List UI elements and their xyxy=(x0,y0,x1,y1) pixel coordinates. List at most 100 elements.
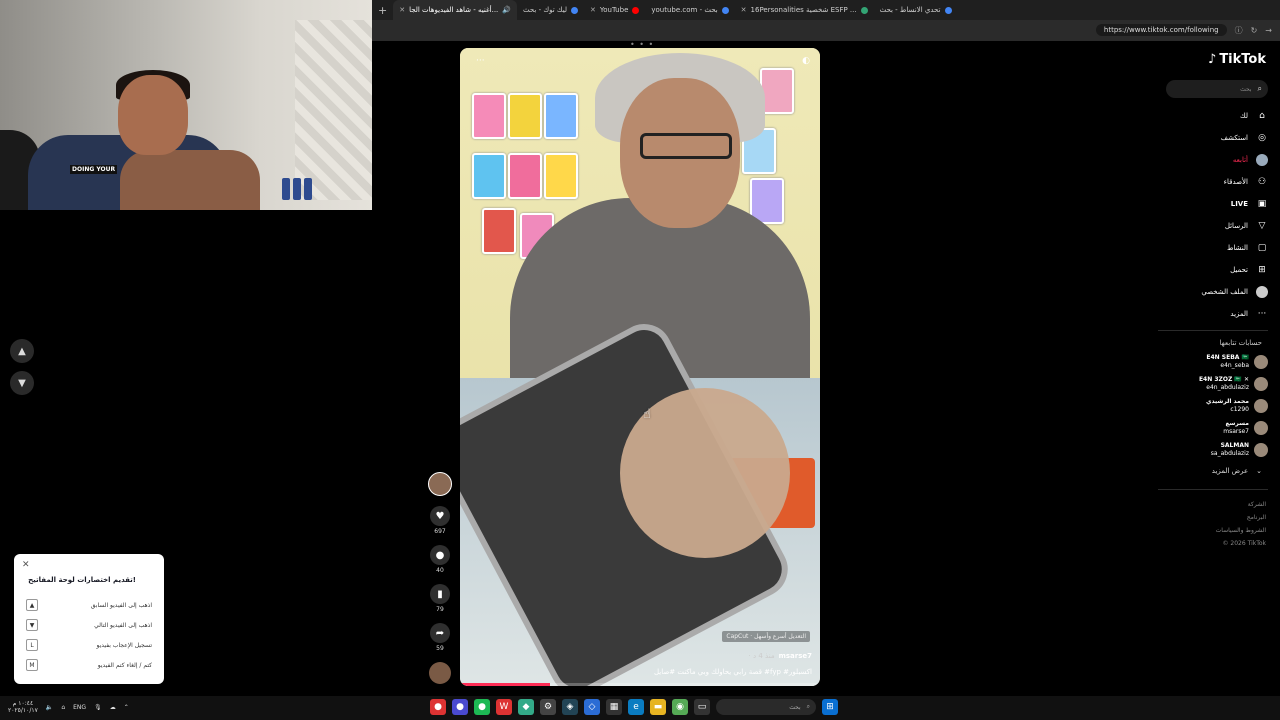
store-icon[interactable]: ▦ xyxy=(606,699,622,715)
chevron-up-icon[interactable]: ⌃ xyxy=(124,704,129,711)
avatar xyxy=(1254,443,1268,457)
close-tab-icon[interactable]: ✕ xyxy=(741,6,747,14)
shortcut-label: كتم / إلغاء كتم الفيديو xyxy=(97,661,152,669)
account-handle: msarse7 xyxy=(1223,428,1249,435)
video-description[interactable]: قصة رابي يحاولك وبي ماكنت #صايل #fyp #اك… xyxy=(654,668,812,676)
language-indicator[interactable]: ENG xyxy=(73,704,86,711)
shortcut-row: M كتم / إلغاء كتم الفيديو xyxy=(26,658,152,672)
sidebar-item-upload[interactable]: تحميل ⊞ xyxy=(1148,259,1268,281)
followed-account[interactable]: E4N SEBA 🇸🇦 e4n_seba xyxy=(1148,351,1268,373)
author-avatar[interactable] xyxy=(428,472,452,496)
app-icon[interactable]: ● xyxy=(430,699,446,715)
clock-date: ٢٠٢٥/١٠/١٧ xyxy=(8,707,38,714)
like-action[interactable]: ♥ 697 xyxy=(428,506,452,535)
followed-account[interactable]: محمد الرشيدي c1290 xyxy=(1148,395,1268,417)
browser-tab[interactable]: youtube.com - بحث xyxy=(645,0,734,20)
taskbar-search[interactable]: بحث ⌕ xyxy=(716,699,816,715)
account-handle: c1290 xyxy=(1230,406,1249,413)
close-icon[interactable]: ✕ xyxy=(22,560,30,570)
search-icon: ⌕ xyxy=(806,703,810,710)
clock[interactable]: ١٠:٤٤ م ٢٠٢٥/١٠/١٧ xyxy=(8,700,38,714)
account-name: SALMAN xyxy=(1220,442,1249,449)
search-icon[interactable]: ⌕ xyxy=(1258,84,1262,94)
reload-icon[interactable]: ↻ xyxy=(1251,26,1258,35)
activity-icon: ▢ xyxy=(1257,243,1267,253)
video-more-icon[interactable]: ··· xyxy=(476,56,485,66)
video-author[interactable]: · منذ 4 د msarse7 xyxy=(749,652,812,660)
sidebar-item-live[interactable]: LIVE ▣ xyxy=(1148,193,1268,215)
share-icon[interactable]: ➦ xyxy=(430,623,450,643)
search-favicon-icon xyxy=(571,6,579,14)
browser-tab[interactable]: ليك توك - بحث xyxy=(517,0,584,20)
tiktok-logo[interactable]: ♪ TikTok xyxy=(1208,52,1266,67)
video-player[interactable]: ··· ◐ CapCut · التعديل أسرع وأسهل · منذ … xyxy=(460,48,820,686)
app-icon[interactable]: ● xyxy=(452,699,468,715)
windows-start-icon[interactable]: ⊞ xyxy=(822,699,838,715)
footer-company-link[interactable]: الشركة xyxy=(1216,498,1266,511)
sidebar-item-friends[interactable]: الأصدقاء ⚇ xyxy=(1148,171,1268,193)
previous-video-button[interactable]: ▲ xyxy=(10,339,34,363)
sidebar-item-explore[interactable]: استكشف ◎ xyxy=(1148,127,1268,149)
cloud-icon[interactable]: ☁ xyxy=(110,704,116,711)
see-more-button[interactable]: عرض المزيد ⌄ xyxy=(1212,467,1262,475)
speaker-icon[interactable]: 🔊 xyxy=(502,6,511,14)
task-view-icon[interactable]: ▭ xyxy=(694,699,710,715)
comment-icon[interactable]: ● xyxy=(430,545,450,565)
avatar xyxy=(1254,421,1268,435)
browser-tab[interactable]: ✕ YouTube xyxy=(584,0,645,20)
app-icon[interactable]: ◆ xyxy=(518,699,534,715)
site-info-icon[interactable]: ⓘ xyxy=(1235,25,1243,36)
sidebar-item-label: الأصدقاء xyxy=(1223,178,1248,186)
footer-program-link[interactable]: البرنامج xyxy=(1216,511,1266,524)
mic-icon[interactable]: 🎙 xyxy=(94,704,102,711)
app-icon[interactable]: ◉ xyxy=(672,699,688,715)
account-name: E4N 3ZOZ 🇸🇦 ✕ xyxy=(1198,376,1249,383)
app-icon[interactable]: W xyxy=(496,699,512,715)
sidebar-item-activity[interactable]: النشاط ▢ xyxy=(1148,237,1268,259)
capcut-label[interactable]: CapCut · التعديل أسرع وأسهل xyxy=(722,631,810,642)
comment-count: 40 xyxy=(436,567,444,574)
browser-tab[interactable]: ✕ 16Personalities شخصية ESFP ... xyxy=(735,0,874,20)
edge-icon[interactable]: e xyxy=(628,699,644,715)
sidebar-item-more[interactable]: المزيد ··· xyxy=(1148,303,1268,325)
browser-tab[interactable]: ✕ أغنيه - شاهد الفيديوهات الجا... 🔊 xyxy=(393,0,517,20)
followed-account[interactable]: E4N 3ZOZ 🇸🇦 ✕ e4n_abdulaziz xyxy=(1148,373,1268,395)
bookmark-icon[interactable]: ▮ xyxy=(430,584,450,604)
close-tab-icon[interactable]: ✕ xyxy=(399,6,405,14)
volume-icon[interactable]: ◐ xyxy=(802,56,810,66)
search-input[interactable]: بحث ⌕ xyxy=(1166,80,1268,98)
sidebar-item-for-you[interactable]: لك ⌂ xyxy=(1148,105,1268,127)
video-username[interactable]: msarse7 xyxy=(779,652,812,660)
video-progress-bar[interactable] xyxy=(460,683,820,686)
sidebar-item-label: الرسائل xyxy=(1224,222,1248,230)
followed-account[interactable]: مسرسع msarse7 xyxy=(1148,417,1268,439)
save-action[interactable]: ▮ 79 xyxy=(428,584,452,613)
upload-icon: ⊞ xyxy=(1258,265,1266,275)
footer-terms-link[interactable]: الشروط والسياسات xyxy=(1216,524,1266,537)
next-video-button[interactable]: ▼ xyxy=(10,371,34,395)
tab-label: ليك توك - بحث xyxy=(523,6,568,14)
new-tab-button[interactable]: + xyxy=(372,4,393,17)
webcam-person-head xyxy=(118,75,188,155)
sidebar-item-profile[interactable]: الملف الشخصي xyxy=(1148,281,1268,303)
volume-icon[interactable]: 🔈 xyxy=(46,704,53,711)
address-bar[interactable]: https://www.tiktok.com/following xyxy=(1095,24,1227,36)
sound-avatar[interactable] xyxy=(429,662,451,684)
sidebar-item-messages[interactable]: الرسائل ▽ xyxy=(1148,215,1268,237)
share-action[interactable]: ➦ 59 xyxy=(428,623,452,652)
settings-icon[interactable]: ⚙ xyxy=(540,699,556,715)
live-icon: ▣ xyxy=(1257,199,1267,209)
app-icon[interactable]: ◇ xyxy=(584,699,600,715)
close-tab-icon[interactable]: ✕ xyxy=(590,6,596,14)
video-date: · منذ 4 د xyxy=(748,652,775,660)
followed-account[interactable]: SALMAN sa_abdulaziz xyxy=(1148,439,1268,461)
folder-icon[interactable]: ▬ xyxy=(650,699,666,715)
heart-icon[interactable]: ♥ xyxy=(430,506,450,526)
network-icon[interactable]: ⌂ xyxy=(61,704,65,711)
spotify-icon[interactable]: ● xyxy=(474,699,490,715)
browser-tab[interactable]: تحدي الانساط - بحث xyxy=(874,0,958,20)
shield-icon[interactable]: ◈ xyxy=(562,699,578,715)
comment-action[interactable]: ● 40 xyxy=(428,545,452,574)
sidebar-item-following[interactable]: أتابعه xyxy=(1148,149,1268,171)
forward-icon[interactable]: → xyxy=(1265,26,1272,35)
